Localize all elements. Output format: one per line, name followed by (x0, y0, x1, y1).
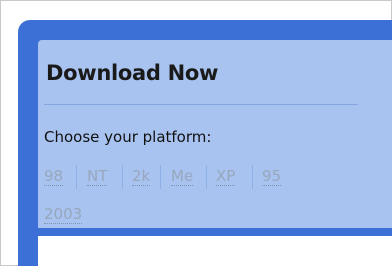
platform-prompt: Choose your platform: (44, 128, 212, 146)
download-title: Download Now (46, 61, 219, 85)
platform-separator (122, 165, 123, 189)
download-panel-lower-area (38, 236, 392, 266)
platform-link-xp[interactable]: XP (216, 168, 236, 186)
platform-link-nt[interactable]: NT (87, 168, 108, 186)
platform-separator (160, 165, 161, 189)
platform-link-me[interactable]: Me (171, 168, 194, 186)
platform-link-98[interactable]: 98 (44, 168, 64, 186)
platform-link-2k[interactable]: 2k (132, 168, 151, 186)
platform-link-95[interactable]: 95 (262, 168, 282, 186)
platform-link-2003[interactable]: 2003 (44, 206, 83, 224)
platform-separator (252, 165, 253, 189)
platform-separator (76, 165, 77, 189)
platform-separator (206, 165, 207, 189)
title-divider (44, 104, 358, 105)
